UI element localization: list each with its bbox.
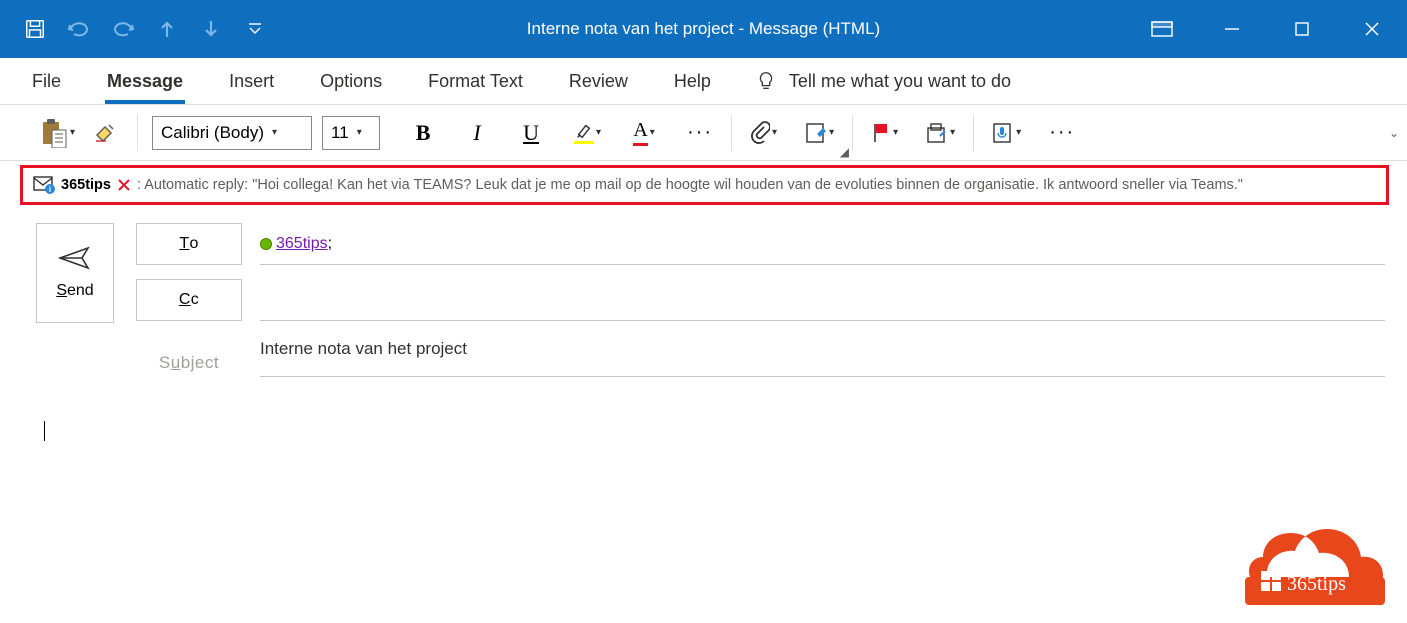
send-icon	[58, 246, 92, 270]
window-controls	[1127, 0, 1407, 58]
tell-me-search[interactable]: Tell me what you want to do	[755, 70, 1011, 92]
more-formatting-button[interactable]: ···	[683, 117, 717, 149]
watermark-logo: 365tips	[1245, 527, 1385, 605]
paste-button[interactable]: ▾	[36, 117, 79, 149]
chevron-down-icon: ▾	[950, 127, 955, 138]
chevron-down-icon: ▾	[650, 127, 655, 138]
send-label: end	[67, 282, 94, 299]
flag-icon	[871, 122, 891, 144]
ribbon-display-options-button[interactable]	[1127, 0, 1197, 58]
attach-file-button[interactable]: ▾	[746, 117, 781, 149]
title-bar: Interne nota van het project - Message (…	[0, 0, 1407, 58]
cc-field[interactable]	[260, 279, 1385, 321]
save-button[interactable]	[22, 16, 48, 42]
chevron-down-icon: ▾	[772, 127, 777, 138]
mailtip-icon: i	[33, 176, 55, 194]
to-recipient[interactable]: 365tips	[276, 235, 328, 253]
quick-access-toolbar	[0, 16, 268, 42]
message-body[interactable]	[0, 391, 1407, 476]
follow-up-button[interactable]: ▾	[867, 117, 902, 149]
presence-available-icon	[260, 238, 272, 250]
subject-value: Interne nota van het project	[260, 339, 467, 359]
format-painter-button[interactable]	[89, 117, 123, 149]
tab-format-text[interactable]: Format Text	[426, 65, 525, 98]
underline-button[interactable]: U	[516, 117, 546, 149]
mailtip-sender: 365tips	[61, 177, 111, 193]
dictate-button[interactable]: ▾	[988, 117, 1025, 149]
mailtip-text: : Automatic reply: "Hoi collega! Kan het…	[137, 177, 1243, 193]
subject-field[interactable]: Interne nota van het project	[260, 321, 1385, 377]
window-title: Interne nota van het project - Message (…	[527, 19, 880, 39]
previous-item-button[interactable]	[154, 16, 180, 42]
tab-options[interactable]: Options	[318, 65, 384, 98]
tab-file[interactable]: File	[30, 65, 63, 98]
maximize-button[interactable]	[1267, 0, 1337, 58]
chevron-down-icon: ▾	[272, 127, 277, 138]
text-cursor	[44, 421, 45, 441]
font-name-value: Calibri (Body)	[161, 123, 264, 143]
tab-review[interactable]: Review	[567, 65, 630, 98]
svg-text:365tips: 365tips	[1287, 573, 1346, 595]
chevron-down-icon: ▾	[596, 127, 601, 138]
chevron-down-icon: ▾	[70, 127, 75, 138]
tell-me-label: Tell me what you want to do	[789, 71, 1011, 92]
font-size-value: 11	[331, 123, 349, 143]
group-popout-button[interactable]: ◢	[840, 145, 849, 159]
chevron-down-icon: ▾	[829, 127, 834, 138]
redo-button[interactable]	[110, 16, 136, 42]
to-field[interactable]: 365tips;	[260, 223, 1385, 265]
signature-button[interactable]: ▾	[801, 117, 838, 149]
collapse-ribbon-button[interactable]: ⌄	[1389, 126, 1399, 140]
tab-help[interactable]: Help	[672, 65, 713, 98]
send-button[interactable]: Send	[36, 223, 114, 323]
font-color-button[interactable]: A ▾	[629, 117, 659, 149]
italic-button[interactable]: I	[462, 117, 492, 149]
chevron-down-icon: ▾	[1016, 127, 1021, 138]
cc-button[interactable]: Cc	[136, 279, 242, 321]
paperclip-icon	[750, 121, 770, 145]
close-icon[interactable]	[117, 178, 131, 192]
font-name-select[interactable]: Calibri (Body) ▾	[152, 116, 312, 150]
svg-text:i: i	[49, 185, 51, 194]
ribbon-tabs: File Message Insert Options Format Text …	[0, 58, 1407, 105]
close-button[interactable]	[1337, 0, 1407, 58]
ribbon-toolbar: ▾ Calibri (Body) ▾ 11 ▾ B I U ▾ A ▾ ···	[0, 105, 1407, 161]
minimize-button[interactable]	[1197, 0, 1267, 58]
chevron-down-icon: ▾	[893, 127, 898, 138]
highlight-button[interactable]: ▾	[570, 117, 605, 149]
customize-qat-button[interactable]	[242, 16, 268, 42]
undo-button[interactable]	[66, 16, 92, 42]
tab-message[interactable]: Message	[105, 65, 185, 98]
chevron-down-icon: ▾	[357, 127, 362, 138]
next-item-button[interactable]	[198, 16, 224, 42]
lightbulb-icon	[755, 70, 777, 92]
more-commands-button[interactable]: ···	[1045, 117, 1079, 149]
bold-button[interactable]: B	[408, 117, 438, 149]
to-button[interactable]: To	[136, 223, 242, 265]
assign-policy-button[interactable]: ▾	[922, 117, 959, 149]
mailtips-bar: i 365tips : Automatic reply: "Hoi colleg…	[20, 165, 1389, 205]
compose-header: Send To Cc Subject 365tips; Interne nota…	[0, 205, 1407, 391]
font-size-select[interactable]: 11 ▾	[322, 116, 380, 150]
tab-insert[interactable]: Insert	[227, 65, 276, 98]
